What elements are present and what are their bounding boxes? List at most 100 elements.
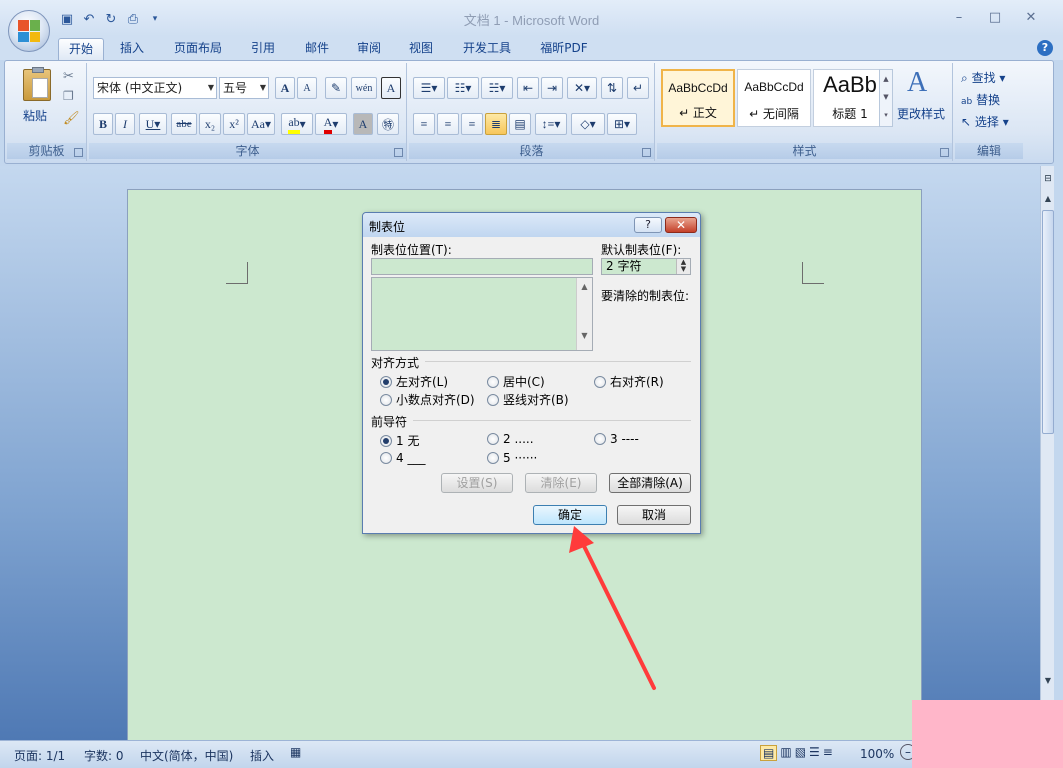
maximize-button[interactable]: □ [977,8,1013,28]
tab-mailings[interactable]: 邮件 [296,38,338,60]
paste-button-label[interactable]: 粘贴 [23,107,47,124]
help-icon[interactable]: ? [1037,40,1053,56]
leader-1-radio[interactable]: 1 无 [380,432,419,449]
tab-position-list[interactable]: ▲ ▼ [371,277,593,351]
word-count[interactable]: 字数: 0 [84,747,124,764]
clear-button[interactable]: 清除(E) [525,473,597,493]
tab-references[interactable]: 引用 [242,38,284,60]
tab-developer[interactable]: 开发工具 [452,38,522,60]
change-styles-icon[interactable]: A [907,67,927,99]
font-color-icon[interactable]: A ▾ [315,113,347,135]
character-border-icon[interactable]: A [381,77,401,99]
minimize-button[interactable]: – [941,8,977,28]
subscript-button[interactable]: x₂ [199,113,221,135]
find-button[interactable]: ⌕ 查找 ▾ [961,69,1005,86]
language-indicator[interactable]: 中文(简体，中国) [140,747,233,764]
align-center-radio[interactable]: 居中(C) [487,373,545,390]
justify-icon[interactable]: ≣ [485,113,507,135]
align-decimal-radio[interactable]: 小数点对齐(D) [380,391,475,408]
styles-launcher-icon[interactable] [940,148,949,157]
superscript-button[interactable]: x² [223,113,245,135]
dialog-help-button[interactable]: ? [634,217,662,233]
font-launcher-icon[interactable] [394,148,403,157]
decrease-indent-icon[interactable]: ⇤ [517,77,539,99]
tab-page-layout[interactable]: 页面布局 [166,38,230,60]
shrink-font-button[interactable]: A [297,77,317,99]
select-button[interactable]: ↖ 选择 ▾ [961,113,1009,130]
align-center-icon[interactable]: ≡ [437,113,459,135]
page-count[interactable]: 页面: 1/1 [14,747,65,764]
numbering-icon[interactable]: ☷▾ [447,77,479,99]
change-case-button[interactable]: Aa▾ [247,113,275,135]
paste-icon[interactable] [23,67,51,101]
borders-icon[interactable]: ⊞▾ [607,113,637,135]
tab-home[interactable]: 开始 [58,38,104,60]
clipboard-launcher-icon[interactable] [74,148,83,157]
leader-4-radio[interactable]: 4 ___ [380,451,425,465]
enclose-characters-icon[interactable]: ㊕ [377,113,399,135]
set-button[interactable]: 设置(S) [441,473,513,493]
font-size-combo[interactable]: 五号 ▼ [219,77,269,99]
close-button[interactable]: ✕ [1013,8,1049,28]
style-no-spacing[interactable]: AaBbCcDd ↵ 无间隔 [737,69,811,127]
underline-button[interactable]: U▾ [139,113,167,135]
draft-icon[interactable]: ≡ [823,745,833,761]
character-shading-icon[interactable]: A [353,113,373,135]
grow-font-button[interactable]: A [275,77,295,99]
format-painter-icon[interactable]: 🖌 [63,111,80,126]
font-name-combo[interactable]: 宋体 (中文正文) ▼ [93,77,217,99]
scroll-up-icon[interactable]: ▲ [1042,194,1054,203]
bold-button[interactable]: B [93,113,113,135]
highlight-icon[interactable]: ab ▾ [281,113,313,135]
insert-mode[interactable]: 插入 [250,747,274,764]
print-layout-icon[interactable]: ▤ [760,745,778,761]
styles-scroll[interactable]: ▲ ▼ ▾ [879,69,893,127]
ok-button[interactable]: 确定 [533,505,607,525]
tab-insert[interactable]: 插入 [110,38,154,60]
distributed-icon[interactable]: ▤ [509,113,531,135]
tab-position-input[interactable] [371,258,593,275]
ruler-toggle-icon[interactable]: ⊟ [1042,174,1054,186]
sort-icon[interactable]: ⇅ [601,77,623,99]
clear-format-icon[interactable]: ✎ [325,77,347,99]
office-button[interactable] [8,10,50,52]
show-marks-icon[interactable]: ↵ [627,77,649,99]
default-tab-stepper[interactable]: 2 字符 ▲ ▼ [601,258,691,275]
style-heading-1[interactable]: AaBb 标题 1 [813,69,887,127]
paragraph-launcher-icon[interactable] [642,148,651,157]
change-styles-label[interactable]: 更改样式 [897,105,945,122]
phonetic-guide-icon[interactable]: wén [351,77,377,99]
leader-5-radio[interactable]: 5 ······ [487,451,537,465]
strikethrough-button[interactable]: abe [171,113,197,135]
dialog-close-button[interactable]: ✕ [665,217,697,233]
cut-icon[interactable]: ✂ [63,69,74,84]
tab-view[interactable]: 视图 [400,38,442,60]
copy-icon[interactable]: ❐ [63,89,74,103]
align-bar-radio[interactable]: 竖线对齐(B) [487,391,569,408]
align-right-icon[interactable]: ≡ [461,113,483,135]
bullets-icon[interactable]: ☰▾ [413,77,445,99]
replace-button[interactable]: ab 替换 [961,91,1000,108]
leader-2-radio[interactable]: 2 ..... [487,432,534,446]
align-right-radio[interactable]: 右对齐(R) [594,373,664,390]
multilevel-list-icon[interactable]: ☵▾ [481,77,513,99]
leader-3-radio[interactable]: 3 ---- [594,432,639,446]
tab-review[interactable]: 审阅 [348,38,390,60]
outline-icon[interactable]: ☰ [809,745,820,761]
web-layout-icon[interactable]: ▧ [795,745,806,761]
clear-all-button[interactable]: 全部清除(A) [609,473,691,493]
list-scrollbar[interactable]: ▲ ▼ [576,278,592,350]
zoom-level[interactable]: 100% [860,747,894,761]
scrollbar-thumb[interactable] [1042,210,1054,434]
tab-foxit-pdf[interactable]: 福昕PDF [532,38,596,60]
asian-layout-icon[interactable]: ✕▾ [567,77,597,99]
stepper-arrows[interactable]: ▲ ▼ [676,259,690,274]
increase-indent-icon[interactable]: ⇥ [541,77,563,99]
scroll-down-icon[interactable]: ▼ [1042,676,1054,685]
style-normal[interactable]: AaBbCcDd ↵ 正文 [661,69,735,127]
align-left-radio[interactable]: 左对齐(L) [380,373,448,390]
align-left-icon[interactable]: ≡ [413,113,435,135]
full-screen-reading-icon[interactable]: ▥ [780,745,791,761]
italic-button[interactable]: I [115,113,135,135]
shading-icon[interactable]: ◇▾ [571,113,605,135]
